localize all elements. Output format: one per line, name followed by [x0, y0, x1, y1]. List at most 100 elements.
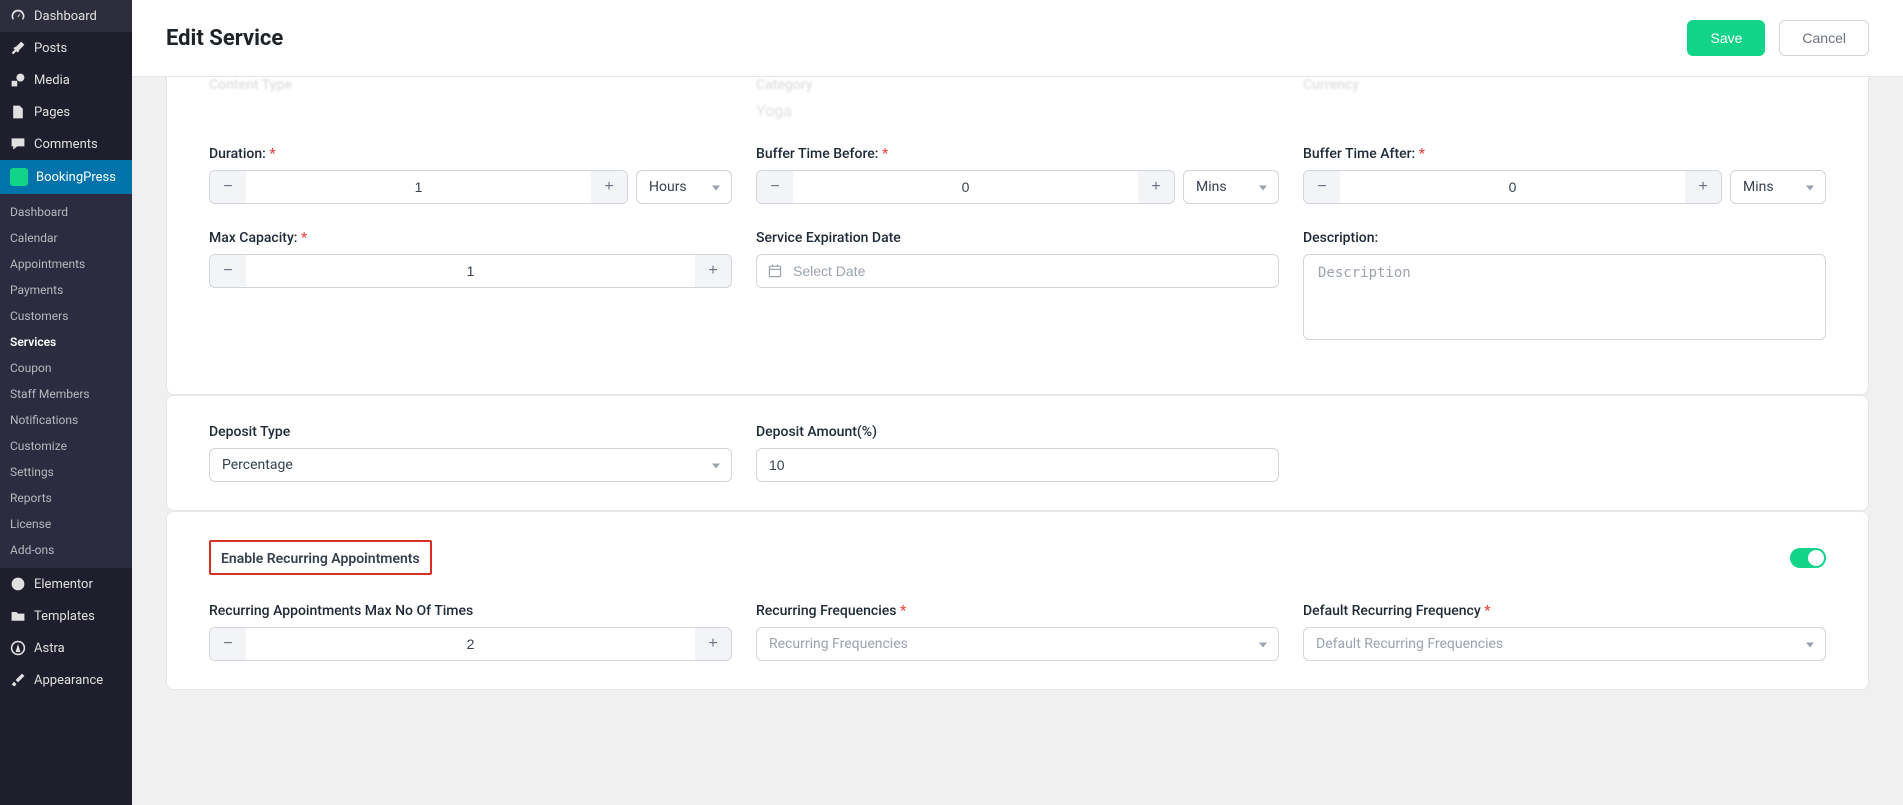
expiration-input[interactable] — [756, 254, 1279, 288]
recurring-freq-placeholder: Recurring Frequencies — [769, 636, 908, 652]
sidebar-item-elementor[interactable]: Elementor — [0, 568, 132, 600]
duration-increment[interactable]: + — [591, 171, 627, 203]
sub-item-notifications[interactable]: Notifications — [0, 407, 132, 433]
recurring-default-select[interactable]: Default Recurring Frequencies — [1303, 627, 1826, 661]
sidebar-item-label: Dashboard — [34, 9, 97, 24]
sidebar-item-templates[interactable]: Templates — [0, 600, 132, 632]
faded-label-3: Currency — [1303, 77, 1826, 93]
buffer-after-field: Buffer Time After: * − + Mins — [1303, 146, 1826, 204]
buffer-before-unit-select[interactable]: Mins — [1183, 170, 1279, 204]
sidebar-item-label: Media — [34, 73, 70, 88]
duration-unit-label: Hours — [649, 179, 687, 195]
sidebar-item-media[interactable]: Media — [0, 64, 132, 96]
recurring-default-field: Default Recurring Frequency * Default Re… — [1303, 603, 1826, 661]
buffer-before-unit-label: Mins — [1196, 179, 1227, 195]
expiration-label: Service Expiration Date — [756, 230, 1279, 246]
recurring-max-decrement[interactable]: − — [210, 628, 246, 660]
header-actions: Save Cancel — [1687, 20, 1869, 56]
main-content: Edit Service Save Cancel Content Type Ca… — [132, 0, 1903, 805]
sub-item-settings[interactable]: Settings — [0, 459, 132, 485]
sidebar-item-bookingpress[interactable]: BookingPress — [0, 160, 132, 194]
sidebar-item-label: Appearance — [34, 673, 103, 688]
buffer-after-stepper: − + — [1303, 170, 1722, 204]
max-capacity-label: Max Capacity: * — [209, 230, 732, 246]
expiration-field: Service Expiration Date — [756, 230, 1279, 340]
recurring-max-label: Recurring Appointments Max No Of Times — [209, 603, 732, 619]
astra-icon — [10, 640, 26, 656]
wp-admin-sidebar: Dashboard Posts Media Pages Comments Boo… — [0, 0, 132, 805]
calendar-icon — [767, 263, 783, 279]
sub-item-coupon[interactable]: Coupon — [0, 355, 132, 381]
folder-icon — [10, 608, 26, 624]
sub-item-reports[interactable]: Reports — [0, 485, 132, 511]
sidebar-item-posts[interactable]: Posts — [0, 32, 132, 64]
buffer-before-input[interactable] — [793, 171, 1138, 203]
max-capacity-input[interactable] — [246, 255, 695, 287]
sub-item-calendar[interactable]: Calendar — [0, 225, 132, 251]
buffer-after-input[interactable] — [1340, 171, 1685, 203]
media-icon — [10, 72, 26, 88]
max-capacity-decrement[interactable]: − — [210, 255, 246, 287]
cancel-button[interactable]: Cancel — [1779, 20, 1869, 56]
recurring-default-label: Default Recurring Frequency * — [1303, 603, 1826, 619]
sub-item-license[interactable]: License — [0, 511, 132, 537]
faded-label-1: Content Type — [209, 77, 732, 93]
recurring-title-highlight: Enable Recurring Appointments — [209, 540, 432, 575]
buffer-after-unit-label: Mins — [1743, 179, 1774, 195]
sidebar-item-astra[interactable]: Astra — [0, 632, 132, 664]
sidebar-item-pages[interactable]: Pages — [0, 96, 132, 128]
recurring-default-placeholder: Default Recurring Frequencies — [1316, 636, 1503, 652]
sidebar-item-label: Pages — [34, 105, 70, 120]
sidebar-item-appearance[interactable]: Appearance — [0, 664, 132, 696]
duration-unit-select[interactable]: Hours — [636, 170, 732, 204]
sub-item-customers[interactable]: Customers — [0, 303, 132, 329]
duration-row: Duration: * − + Hours Buffer Time Before… — [209, 146, 1826, 204]
buffer-after-decrement[interactable]: − — [1304, 171, 1340, 203]
sub-item-dashboard[interactable]: Dashboard — [0, 199, 132, 225]
deposit-type-label: Deposit Type — [209, 424, 732, 440]
buffer-before-decrement[interactable]: − — [757, 171, 793, 203]
sidebar-item-label: Elementor — [34, 577, 93, 592]
faded-label-2: Category — [756, 77, 1279, 93]
sidebar-item-label: Posts — [34, 41, 67, 56]
buffer-after-increment[interactable]: + — [1685, 171, 1721, 203]
recurring-max-input[interactable] — [246, 628, 695, 660]
deposit-amount-input[interactable] — [756, 448, 1279, 482]
buffer-before-increment[interactable]: + — [1138, 171, 1174, 203]
sub-item-staff-members[interactable]: Staff Members — [0, 381, 132, 407]
recurring-fields-row: Recurring Appointments Max No Of Times −… — [209, 603, 1826, 661]
recurring-freq-label: Recurring Frequencies * — [756, 603, 1279, 619]
description-textarea[interactable] — [1303, 254, 1826, 340]
comment-icon — [10, 136, 26, 152]
recurring-title: Enable Recurring Appointments — [221, 551, 420, 567]
deposit-amount-label: Deposit Amount(%) — [756, 424, 1279, 440]
duration-decrement[interactable]: − — [210, 171, 246, 203]
buffer-before-label: Buffer Time Before: * — [756, 146, 1279, 162]
sub-item-customize[interactable]: Customize — [0, 433, 132, 459]
save-button[interactable]: Save — [1687, 20, 1765, 56]
sidebar-item-label: BookingPress — [36, 170, 116, 185]
sub-item-addons[interactable]: Add-ons — [0, 537, 132, 563]
sub-item-services[interactable]: Services — [0, 329, 132, 355]
sub-item-payments[interactable]: Payments — [0, 277, 132, 303]
buffer-after-label: Buffer Time After: * — [1303, 146, 1826, 162]
deposit-type-select[interactable]: Percentage — [209, 448, 732, 482]
recurring-freq-select[interactable]: Recurring Frequencies — [756, 627, 1279, 661]
recurring-header: Enable Recurring Appointments — [209, 540, 1826, 575]
gauge-icon — [10, 8, 26, 24]
recurring-toggle[interactable] — [1790, 548, 1826, 568]
recurring-max-increment[interactable]: + — [695, 628, 731, 660]
duration-input[interactable] — [246, 171, 591, 203]
deposit-card: Deposit Type Percentage Deposit Amount(%… — [166, 395, 1869, 511]
max-capacity-stepper: − + — [209, 254, 732, 288]
sidebar-item-comments[interactable]: Comments — [0, 128, 132, 160]
faded-value-2: Yoga — [756, 101, 1279, 120]
sidebar-item-dashboard[interactable]: Dashboard — [0, 0, 132, 32]
capacity-row: Max Capacity: * − + Service Expiration D… — [209, 230, 1826, 340]
description-field: Description: — [1303, 230, 1826, 340]
max-capacity-increment[interactable]: + — [695, 255, 731, 287]
sub-item-appointments[interactable]: Appointments — [0, 251, 132, 277]
sidebar-item-label: Astra — [34, 641, 65, 656]
description-label: Description: — [1303, 230, 1826, 246]
buffer-after-unit-select[interactable]: Mins — [1730, 170, 1826, 204]
